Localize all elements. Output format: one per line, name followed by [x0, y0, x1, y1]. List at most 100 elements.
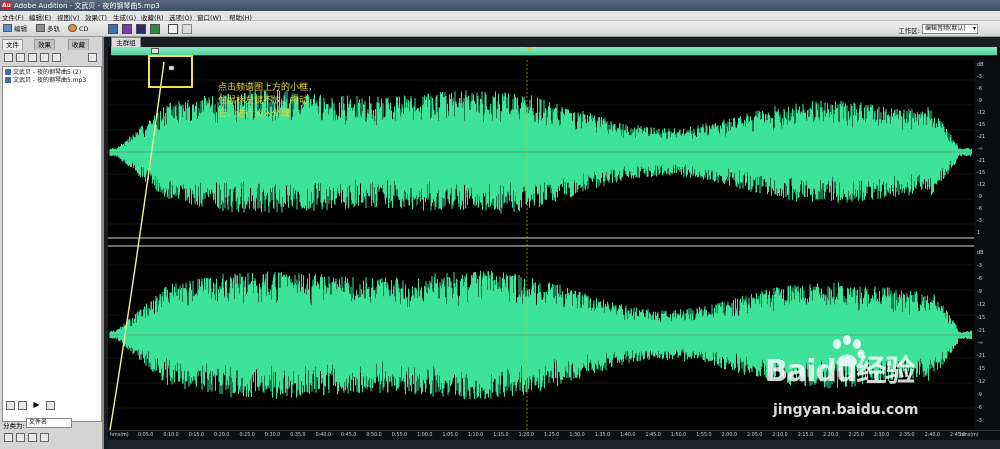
panel-options-icon[interactable]	[88, 53, 97, 62]
show-midi-icon[interactable]	[40, 433, 49, 442]
db-tick-label: -6	[977, 405, 982, 412]
spectral-view-icon[interactable]	[122, 24, 132, 34]
db-tick-label: dB	[977, 250, 984, 256]
show-loop-icon[interactable]	[16, 433, 25, 442]
show-video-icon[interactable]	[28, 433, 37, 442]
db-tick-label: -21	[977, 134, 986, 140]
db-tick-label: -21	[977, 353, 986, 360]
db-tick-label: -∞	[977, 146, 983, 152]
time-tick-label: 0:35.0	[290, 433, 306, 438]
tab-main-group[interactable]: 主群组	[111, 37, 141, 47]
db-tick-label: -3	[977, 74, 982, 80]
time-tick-label: 1:30.0	[569, 433, 585, 438]
time-tick-label: 0:15.0	[188, 433, 205, 438]
time-tick-label: 2:35.0	[899, 433, 915, 438]
db-tick-label: -9	[977, 98, 982, 104]
time-selection-tool-icon[interactable]	[168, 24, 178, 34]
workspace-value: 编辑音频(默认)	[925, 25, 966, 32]
zoom-overview-bar[interactable]	[111, 47, 997, 56]
watermark-brand: Baidu经验	[765, 354, 915, 389]
watermark-url: jingyan.baidu.com	[773, 402, 919, 418]
db-tick-label: -3	[977, 218, 982, 224]
time-tick-label: 1:15.0	[493, 433, 509, 438]
db-tick-label: -12	[977, 110, 986, 116]
db-tick-label: -6	[977, 206, 982, 212]
tab-effects[interactable]: 效果	[34, 39, 55, 50]
time-tick-label: 1:10.0	[467, 433, 484, 438]
time-tick-label: 1:40.0	[620, 433, 636, 438]
time-tick-label: 1:05.0	[442, 433, 458, 438]
cd-view-button[interactable]: CD	[68, 24, 89, 34]
time-tick-label: 0:25.0	[239, 433, 255, 438]
spectral-phase-icon[interactable]	[150, 24, 160, 34]
title-bar: Au Adobe Audition - 文武贝 - 夜的钢琴曲5.mp3	[0, 0, 1000, 11]
scrub-tool-icon[interactable]	[182, 24, 192, 34]
panel-tabs: 文件 效果 收藏	[0, 39, 104, 50]
multitrack-view-button[interactable]: 多轨	[36, 24, 60, 34]
editor-scrollbar[interactable]	[108, 440, 1000, 449]
files-panel: 文件 效果 收藏 文武贝 - 夜的钢琴曲5 (2) 文武贝 - 夜的钢琴曲5.m…	[0, 37, 104, 449]
tab-files[interactable]: 文件	[2, 39, 23, 50]
list-item[interactable]: 文武贝 - 夜的钢琴曲5 (2)	[5, 69, 81, 77]
insert-multitrack-icon[interactable]	[40, 53, 49, 62]
zoom-range-handle[interactable]	[151, 48, 159, 54]
db-tick-label: -15	[977, 122, 986, 128]
import-file-icon[interactable]	[4, 53, 13, 62]
workspace-select[interactable]: 编辑音频(默认) ▾	[922, 24, 978, 34]
edit-view-button[interactable]: 编辑	[3, 24, 27, 34]
close-file-icon[interactable]	[16, 53, 25, 62]
workspace-label: 工作区:	[898, 27, 920, 35]
sort-value: 文件名	[29, 419, 48, 426]
db-tick-label: -15	[977, 366, 986, 373]
time-tick-label: 0:40.0	[315, 433, 331, 438]
cd-label: CD	[79, 25, 89, 33]
show-audio-icon[interactable]	[4, 433, 13, 442]
time-tick-label: 0:10.0	[163, 433, 179, 438]
sort-control: 分类为: 文件名	[2, 418, 102, 430]
sort-select[interactable]: 文件名	[26, 418, 72, 428]
time-tick-label: 0:45.0	[341, 433, 357, 438]
tab-favorites[interactable]: 收藏	[68, 39, 89, 50]
db-tick-label: -15	[977, 170, 986, 176]
edit-file-icon[interactable]	[28, 53, 37, 62]
baidu-watermark: Baidu经验 jingyan.baidu.com	[765, 335, 965, 422]
chevron-down-icon: ▾	[972, 25, 976, 32]
time-tick-label: 1:50.0	[670, 433, 687, 438]
play-icon[interactable]: ▶	[32, 401, 41, 410]
annotation-text: 点击频谱图上方的小框， 住鼠标左键不放，拖动 它，进行淡入处理	[218, 82, 358, 121]
time-tick-label: 2:00.0	[721, 433, 737, 438]
time-ruler[interactable]: hms(m) 0:05.0 0:10.0 0:15.0 0:20.0 0:25.0 0:30…	[108, 430, 1000, 440]
db-tick-label: -9	[977, 194, 982, 200]
annotation-line-1: 点击频谱图上方的小框，	[218, 83, 318, 93]
time-tick-label: 1:35.0	[594, 433, 611, 438]
toolbar: 编辑 多轨 CD 工作区: 编辑音频(默认) ▾	[0, 21, 1000, 37]
file-name: 文武贝 - 夜的钢琴曲5 (2)	[13, 69, 82, 76]
panel-bottom-tools	[2, 432, 102, 444]
db-tick-label: -15	[977, 314, 986, 321]
time-tick-label: 0:20.0	[214, 433, 230, 438]
menu-bar: 文件(F) 编辑(E) 视图(V) 效果(T) 生成(G) 收藏(R) 选项(O…	[0, 11, 1000, 22]
time-tick-label: 2:30.0	[873, 433, 890, 438]
time-tick-label: 1:25.0	[544, 433, 560, 438]
time-tick-label: 2:05.0	[747, 433, 763, 438]
autoplay-icon[interactable]	[6, 401, 15, 410]
time-tick-label: 1:00.0	[417, 433, 433, 438]
waveform-view-icon[interactable]	[108, 24, 118, 34]
db-tick-label: -21	[977, 158, 986, 164]
audio-file-icon	[5, 77, 11, 83]
annotation-line-2: 住鼠标左键不放，拖动	[218, 96, 309, 106]
cd-icon	[68, 24, 77, 32]
spectral-pan-icon[interactable]	[136, 24, 146, 34]
time-tick-label: 1:55.0	[696, 433, 712, 438]
panel-toolbar	[2, 52, 102, 64]
loop-icon[interactable]	[18, 401, 27, 410]
db-tick-label: -12	[977, 182, 986, 188]
window-title: Adobe Audition - 文武贝 - 夜的钢琴曲5.mp3	[14, 2, 160, 10]
insert-cd-icon[interactable]	[52, 53, 61, 62]
sort-label: 分类为:	[3, 422, 25, 430]
db-tick-label: -3	[977, 262, 982, 269]
app-icon: Au	[2, 1, 11, 10]
playhead-marker-icon	[526, 47, 532, 51]
list-item[interactable]: 文武贝 - 夜的钢琴曲5.mp3	[5, 77, 86, 85]
volume-icon[interactable]	[46, 401, 55, 410]
